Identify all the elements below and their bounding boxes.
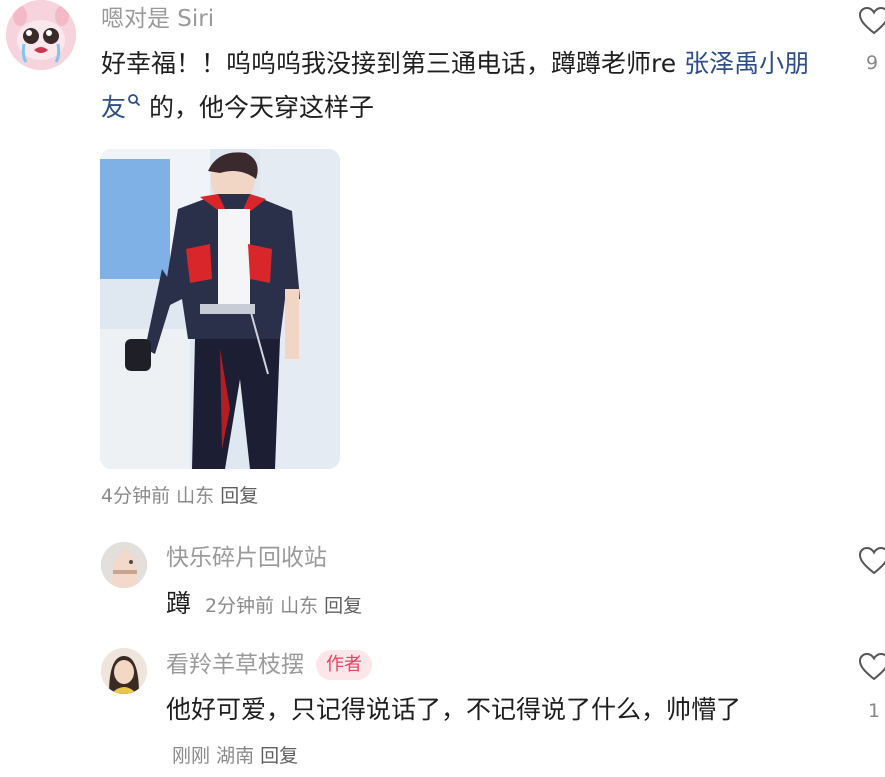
- person-photo: [100, 149, 340, 469]
- reply-meta: 2分钟前 山东 回复: [205, 595, 362, 617]
- avatar[interactable]: [6, 0, 76, 70]
- reply-button[interactable]: 回复: [220, 485, 258, 507]
- comment-text-suffix: 的，他今天穿这样子: [141, 93, 374, 122]
- reply-meta: 刚刚 湖南 回复: [172, 745, 298, 767]
- reply-text: 蹲: [166, 589, 192, 618]
- reply-time: 2分钟前: [204, 595, 275, 617]
- reply-text: 他好可爱，只记得说话了，不记得说了什么，帅懵了: [166, 695, 742, 724]
- comment-location: 山东: [176, 485, 215, 507]
- comment-username[interactable]: 嗯对是 Siri: [101, 4, 214, 34]
- reply-username[interactable]: 看羚羊草枝摆: [166, 652, 304, 678]
- author-badge: 作者: [316, 650, 372, 680]
- reply-button[interactable]: 回复: [260, 745, 298, 767]
- crying-face-avatar-icon: [6, 0, 76, 70]
- reply-text-line: 蹲 2分钟前 山东 回复: [166, 582, 362, 626]
- reply-text-block: 他好可爱，只记得说话了，不记得说了什么，帅懵了 刚刚 湖南 回复: [166, 688, 806, 776]
- comment-meta: 4分钟前 山东 回复: [101, 483, 258, 509]
- reply-username-row: 看羚羊草枝摆 作者: [166, 650, 372, 680]
- reply-location: 山东: [280, 595, 319, 617]
- hand-avatar-icon: [101, 542, 147, 588]
- like-count: 9: [866, 52, 879, 74]
- avatar[interactable]: [101, 542, 147, 588]
- comment-text-prefix: 好幸福！！呜呜呜我没接到第三通电话，蹲蹲老师re: [101, 49, 685, 78]
- heart-icon[interactable]: [858, 652, 885, 682]
- heart-icon[interactable]: [858, 6, 885, 36]
- reply-location: 湖南: [216, 745, 255, 767]
- comment-image[interactable]: [100, 149, 340, 469]
- girl-avatar-icon: [101, 648, 147, 694]
- reply-time: 刚刚: [172, 745, 211, 767]
- search-icon: [128, 93, 141, 106]
- reply-username[interactable]: 快乐碎片回收站: [166, 543, 327, 573]
- heart-icon[interactable]: [858, 546, 885, 576]
- comment-text: 好幸福！！呜呜呜我没接到第三通电话，蹲蹲老师re 张泽禹小朋友 的，他今天穿这样…: [101, 42, 821, 130]
- comment-time: 4分钟前: [101, 485, 171, 507]
- like-count: 1: [868, 700, 881, 722]
- reply-button[interactable]: 回复: [324, 595, 362, 617]
- avatar[interactable]: [101, 648, 147, 694]
